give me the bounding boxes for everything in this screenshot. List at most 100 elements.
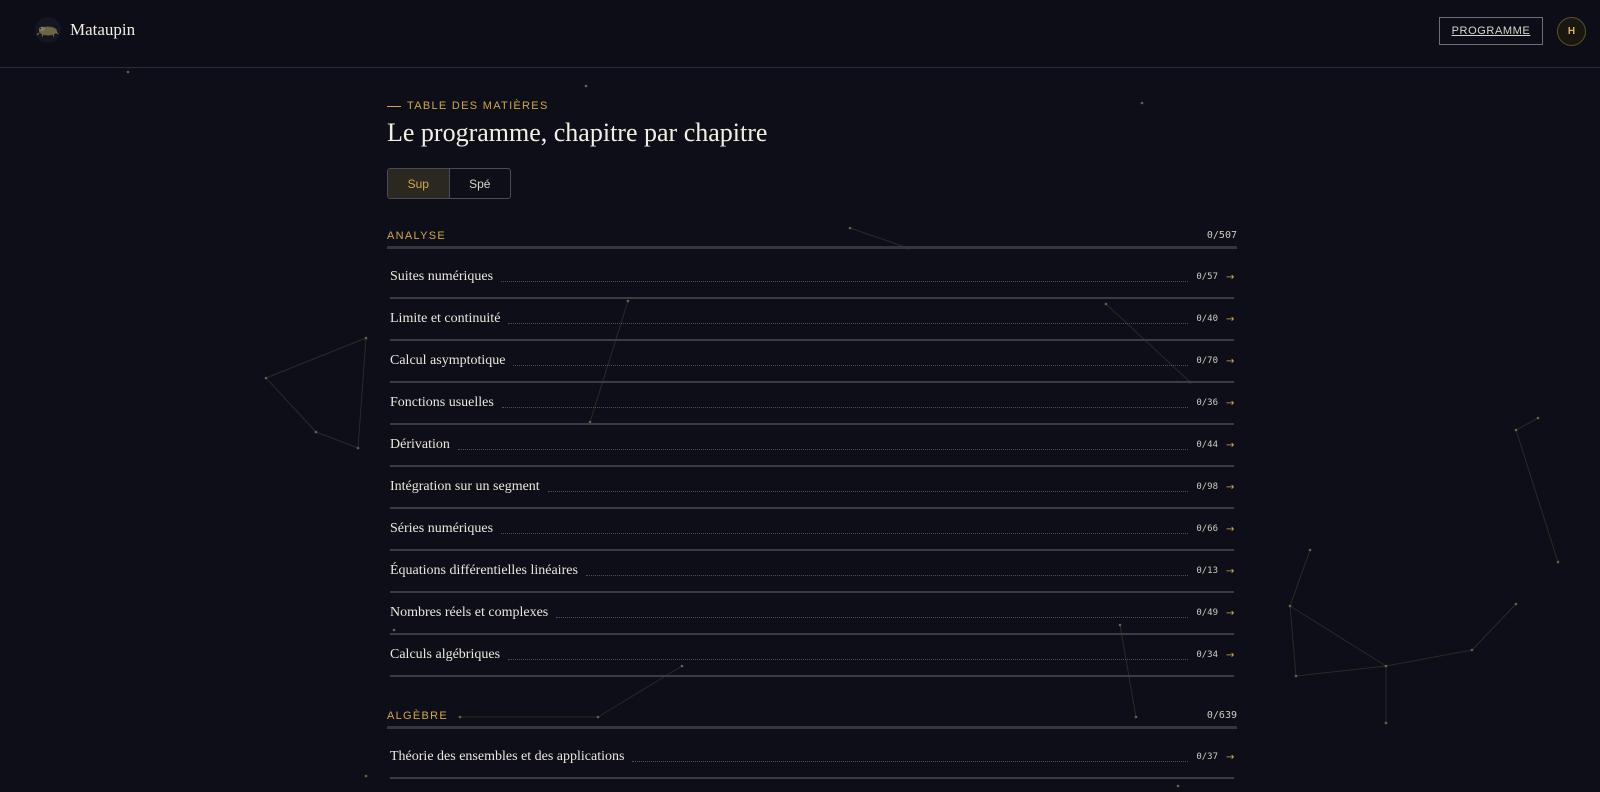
chapter-title: Séries numériques [390, 521, 494, 536]
dot-leader [501, 406, 1189, 408]
chapter-progress: 0/37 [1196, 752, 1218, 762]
chapter-title: Suites numériques [390, 269, 494, 284]
dot-leader [585, 574, 1189, 576]
chapter-progress: 0/98 [1196, 482, 1218, 492]
network-node [364, 336, 368, 340]
network-edge [265, 377, 317, 433]
chapter-progress: 0/34 [1196, 650, 1218, 660]
eyebrow: TABLE DES MATIÈRES [387, 96, 1237, 116]
chapter-title: Calcul asymptotique [390, 353, 506, 368]
dot-leader [508, 658, 1189, 660]
network-node [1308, 548, 1312, 552]
section-progress: 0/639 [1206, 710, 1237, 721]
chapter-title: Équations différentielles linéaires [390, 563, 578, 578]
chapter-item[interactable]: Limite et continuité 0/40 → [390, 299, 1234, 341]
network-edge [1515, 417, 1539, 431]
arrow-right-icon: → [1226, 439, 1235, 451]
brand[interactable]: Mataupin [34, 16, 135, 44]
network-node [1514, 602, 1518, 606]
chapter-item[interactable]: Dérivation 0/44 → [390, 425, 1234, 467]
toggle-sup[interactable]: Sup [388, 169, 450, 198]
chapter-progress: 0/49 [1196, 608, 1218, 618]
chapter-progress: 0/57 [1196, 272, 1218, 282]
chapter-title: Intégration sur un segment [390, 479, 540, 494]
arrow-right-icon: → [1226, 355, 1235, 367]
section-title: ANALYSE [387, 229, 447, 242]
chapter-title: Calculs algébriques [390, 647, 501, 662]
eyebrow-label: TABLE DES MATIÈRES [407, 100, 549, 112]
chapter-progress: 0/70 [1196, 356, 1218, 366]
chapter-list: Suites numériques 0/57 → Limite et conti… [387, 257, 1237, 677]
chapter-title: Fonctions usuelles [390, 395, 494, 410]
network-node [1384, 664, 1388, 668]
network-edge [357, 337, 367, 449]
section-progress: 0/507 [1206, 230, 1237, 241]
user-avatar[interactable]: H [1557, 17, 1586, 46]
chapter-item[interactable]: Calculs algébriques 0/34 → [390, 635, 1234, 677]
arrow-right-icon: → [1226, 397, 1235, 409]
network-edge [1295, 665, 1387, 677]
network-node [584, 84, 588, 88]
network-edge [1471, 603, 1517, 651]
chapter-item[interactable]: Calcul asymptotique 0/70 → [390, 341, 1234, 383]
network-node [314, 430, 318, 434]
network-node [1470, 648, 1474, 652]
chapter-title: Nombres réels et complexes [390, 605, 549, 620]
chapter-item[interactable]: Équations différentielles linéaires 0/13… [390, 551, 1234, 593]
section-header: ANALYSE 0/507 [387, 229, 1237, 249]
dot-leader [632, 760, 1189, 762]
arrow-right-icon: → [1226, 751, 1235, 763]
network-edge [265, 337, 367, 379]
chapter-title: Limite et continuité [390, 311, 501, 326]
chapter-item[interactable]: Théorie des ensembles et des application… [390, 737, 1234, 779]
arrow-right-icon: → [1226, 271, 1235, 283]
network-node [364, 774, 368, 778]
arrow-right-icon: → [1226, 313, 1235, 325]
network-node [126, 70, 130, 74]
dot-leader [501, 532, 1189, 534]
section-algebre: ALGÈBRE 0/639 Théorie des ensembles et d… [387, 709, 1237, 779]
network-node [1536, 416, 1540, 420]
table-of-contents: TABLE DES MATIÈRES Le programme, chapitr… [387, 96, 1237, 779]
arrow-right-icon: → [1226, 523, 1235, 535]
network-node [1514, 428, 1518, 432]
level-toggle: Sup Spé [387, 168, 511, 199]
network-node [356, 446, 360, 450]
chapter-item[interactable]: Fonctions usuelles 0/36 → [390, 383, 1234, 425]
section-header: ALGÈBRE 0/639 [387, 709, 1237, 729]
chapter-title: Dérivation [390, 437, 450, 452]
chapter-progress: 0/36 [1196, 398, 1218, 408]
chapter-progress: 0/13 [1196, 566, 1218, 576]
network-node [1556, 560, 1560, 564]
top-bar: Mataupin PROGRAMME H [0, 0, 1600, 68]
dot-leader [547, 490, 1189, 492]
chapter-item[interactable]: Suites numériques 0/57 → [390, 257, 1234, 299]
network-node [1384, 721, 1388, 725]
chapter-item[interactable]: Intégration sur un segment 0/98 → [390, 467, 1234, 509]
toggle-spe[interactable]: Spé [450, 169, 511, 198]
chapter-item[interactable]: Nombres réels et complexes 0/49 → [390, 593, 1234, 635]
chapter-list: Théorie des ensembles et des application… [387, 737, 1237, 779]
dot-leader [457, 448, 1189, 450]
chapter-progress: 0/44 [1196, 440, 1218, 450]
dot-leader [513, 364, 1189, 366]
network-node [264, 376, 268, 380]
chapter-progress: 0/66 [1196, 524, 1218, 534]
network-node [1176, 784, 1180, 788]
mole-logo-icon [35, 17, 61, 43]
chapter-progress: 0/40 [1196, 314, 1218, 324]
eyebrow-dash [387, 105, 401, 107]
network-edge [1515, 429, 1559, 563]
arrow-right-icon: → [1226, 565, 1235, 577]
section-title: ALGÈBRE [387, 709, 449, 722]
chapter-item[interactable]: Séries numériques 0/66 → [390, 509, 1234, 551]
section-analyse: ANALYSE 0/507 Suites numériques 0/57 → L… [387, 229, 1237, 677]
network-edge [1385, 649, 1473, 667]
network-node [1288, 604, 1292, 608]
dot-leader [556, 616, 1189, 618]
programme-nav-link[interactable]: PROGRAMME [1439, 17, 1543, 45]
chapter-title: Théorie des ensembles et des application… [390, 749, 625, 764]
network-edge [1289, 549, 1311, 607]
arrow-right-icon: → [1226, 649, 1235, 661]
network-edge [1289, 605, 1297, 677]
